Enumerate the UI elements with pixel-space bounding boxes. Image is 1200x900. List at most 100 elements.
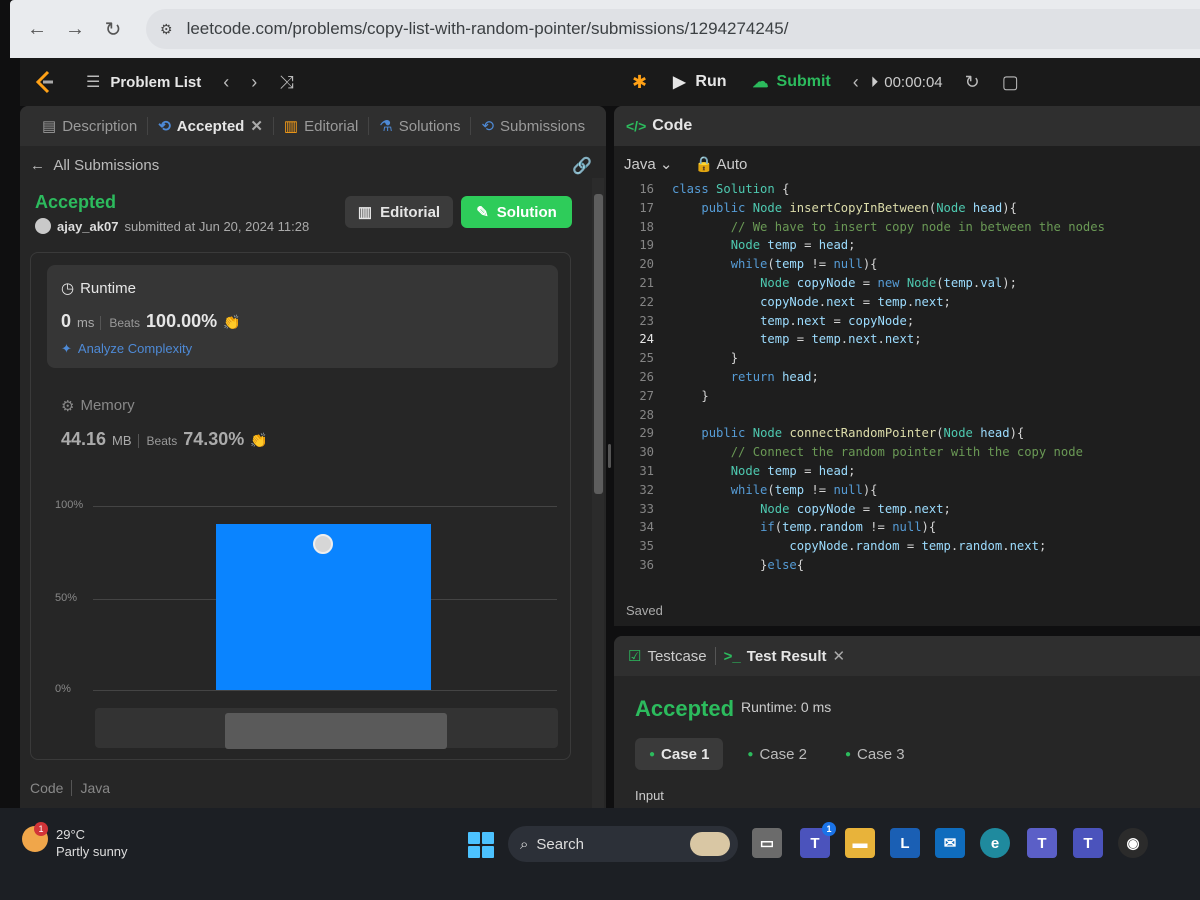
address-bar[interactable]: ⚙ leetcode.com/problems/copy-list-with-r… [146, 9, 1200, 49]
code-line[interactable]: 26 return head; [614, 370, 819, 389]
language-select[interactable]: Java ⌄ [624, 155, 672, 173]
pass-dot-icon: ● [649, 748, 656, 760]
code-line[interactable]: 33 Node copyNode = temp.next; [614, 502, 951, 521]
taskbar-search[interactable]: ⌕ Search [508, 826, 738, 862]
edge-icon[interactable]: e [980, 828, 1010, 858]
case-tab-1[interactable]: ● Case 1 [635, 738, 724, 770]
code-line[interactable]: 19 Node temp = head; [614, 238, 855, 257]
back-icon[interactable]: ← [22, 14, 52, 44]
chip-icon: ⚙ [61, 398, 75, 415]
leetcode-logo-icon[interactable] [30, 67, 60, 97]
code-text: public Node connectRandomPointer(Node he… [701, 426, 1025, 441]
memory-title[interactable]: ⚙ Memory [61, 397, 135, 415]
code-text: } [672, 388, 709, 403]
case-tab-2[interactable]: ● Case 2 [733, 738, 821, 770]
windows-start-icon[interactable] [468, 832, 494, 858]
collapse-timer-icon[interactable]: ‹ [853, 72, 859, 93]
site-settings-icon[interactable]: ⚙ [160, 21, 173, 38]
code-line[interactable]: 16 class Solution { [614, 182, 789, 201]
code-line[interactable]: 32 while(temp != null){ [614, 483, 877, 502]
reload-icon[interactable]: ↻ [98, 14, 128, 44]
link-icon[interactable]: 🔗 [572, 156, 592, 176]
panel-scroll-thumb[interactable] [594, 194, 603, 494]
tab-accepted[interactable]: ⟲ Accepted ✕ [148, 117, 274, 135]
auto-mode[interactable]: 🔒 Auto [694, 155, 747, 173]
windows-taskbar: 1 29°C Partly sunny ⌕ Search ▭ T1 ▬ L ✉ … [0, 808, 1200, 900]
panel-resize-handle[interactable] [606, 106, 614, 808]
code-text: return head; [730, 370, 819, 384]
weather-widget[interactable]: 1 29°C Partly sunny [22, 822, 128, 860]
case-tab-3[interactable]: ● Case 3 [831, 738, 919, 770]
panel-scrollbar[interactable] [592, 178, 604, 808]
code-editor[interactable]: 16 class Solution {17 public Node insertC… [614, 182, 1200, 582]
code-panel-header: </> Code [614, 106, 1200, 146]
search-highlight-icon [690, 832, 730, 856]
line-number: 28 [639, 407, 654, 422]
timer[interactable]: ⏵ 00:00:04 [871, 74, 943, 91]
y-tick-label: 0% [55, 683, 71, 695]
username[interactable]: ajay_ak07 [57, 219, 118, 234]
submission-meta: ajay_ak07 submitted at Jun 20, 2024 11:2… [35, 218, 309, 234]
runtime-distribution-chart: 100% 50% 0% [31, 493, 572, 753]
code-line[interactable]: 27 } [614, 388, 709, 408]
left-tabs: ▤ Description ⟲ Accepted ✕ ▥ Editorial ⚗ Solu… [20, 106, 606, 146]
tab-solutions[interactable]: ⚗ Solutions [369, 117, 472, 135]
performance-stats: ◷ Runtime 0 ms Beats 100.00% 👏 ✦ Analyze… [30, 252, 571, 760]
runtime-card[interactable]: ◷ Runtime 0 ms Beats 100.00% 👏 ✦ Analyze… [47, 265, 558, 368]
tab-editorial[interactable]: ▥ Editorial [274, 117, 370, 135]
all-submissions-link[interactable]: ← All Submissions 🔗 [20, 146, 606, 184]
code-line[interactable]: 17 public Node insertCopyInBetween(Node … [614, 201, 1017, 220]
code-line[interactable]: 31 Node temp = head; [614, 464, 855, 483]
chart-scrollbar[interactable] [95, 708, 558, 749]
teams-chat-icon[interactable]: T1 [800, 822, 836, 858]
notes-icon[interactable]: ▢ [1002, 72, 1019, 93]
prev-problem-icon[interactable]: ‹ [223, 72, 229, 93]
code-line[interactable]: 30 // Connect the random pointer with th… [614, 445, 1083, 464]
task-view-icon[interactable]: ▭ [752, 828, 782, 858]
code-line[interactable]: 28 [614, 408, 672, 427]
shuffle-icon[interactable]: ⤨ [279, 72, 293, 93]
close-tab-icon[interactable]: ✕ [250, 117, 263, 135]
list-icon[interactable]: ☰ [86, 72, 100, 92]
problem-list-link[interactable]: Problem List [110, 74, 201, 91]
line-number: 31 [639, 464, 654, 478]
code-line[interactable]: 29 public Node connectRandomPointer(Node… [614, 426, 1024, 445]
avatar[interactable] [35, 218, 51, 234]
code-line[interactable]: 24 temp = temp.next.next; [614, 332, 921, 351]
tab-submissions[interactable]: ⟲ Submissions [471, 117, 595, 136]
chrome-icon[interactable]: ◉ [1118, 828, 1148, 858]
run-button[interactable]: ▶ Run [673, 72, 726, 92]
code-line[interactable]: 18 // We have to insert copy node in bet… [614, 220, 1105, 239]
code-line[interactable]: 23 temp.next = copyNode; [614, 314, 914, 333]
memory-values: 44.16 MB Beats 74.30% 👏 [61, 429, 268, 450]
solution-button[interactable]: ✎ Solution [461, 196, 572, 228]
chart-scroll-thumb[interactable] [225, 713, 447, 749]
reset-timer-icon[interactable]: ↻ [965, 72, 980, 93]
editorial-button[interactable]: ▥ Editorial [345, 196, 453, 228]
checkbox-icon: ☑ [628, 648, 642, 665]
forward-icon[interactable]: → [60, 14, 90, 44]
next-problem-icon[interactable]: › [251, 72, 257, 93]
close-tab-icon[interactable]: ✕ [833, 647, 846, 665]
resize-grip[interactable] [608, 444, 611, 468]
tab-test-result[interactable]: >_ Test Result ✕ [714, 647, 846, 665]
code-line[interactable]: 21 Node copyNode = new Node(temp.val); [614, 276, 1017, 295]
code-line[interactable]: 22 copyNode.next = temp.next; [614, 295, 951, 314]
code-line[interactable]: 36 }else{ [614, 558, 804, 577]
file-explorer-icon[interactable]: ▬ [845, 828, 875, 858]
tab-description[interactable]: ▤ Description [32, 117, 149, 135]
teams-new-icon[interactable]: T [1073, 828, 1103, 858]
code-line[interactable]: 35 copyNode.random = temp.random.next; [614, 539, 1046, 558]
submit-button[interactable]: ☁ Submit [753, 72, 831, 92]
timer-play-icon: ⏵ [870, 73, 879, 91]
analyze-complexity-link[interactable]: ✦ Analyze Complexity [61, 341, 192, 357]
code-line[interactable]: 25 } [614, 351, 738, 370]
memory-beats-value: 74.30% [183, 429, 245, 449]
tab-testcase[interactable]: ☑ Testcase [628, 647, 707, 666]
debug-icon[interactable]: ✱ [632, 72, 647, 93]
teams-icon[interactable]: T [1027, 828, 1057, 858]
code-line[interactable]: 20 while(temp != null){ [614, 257, 877, 276]
mail-icon[interactable]: ✉ [935, 828, 965, 858]
app-l-icon[interactable]: L [890, 828, 920, 858]
code-line[interactable]: 34 if(temp.random != null){ [614, 520, 936, 539]
